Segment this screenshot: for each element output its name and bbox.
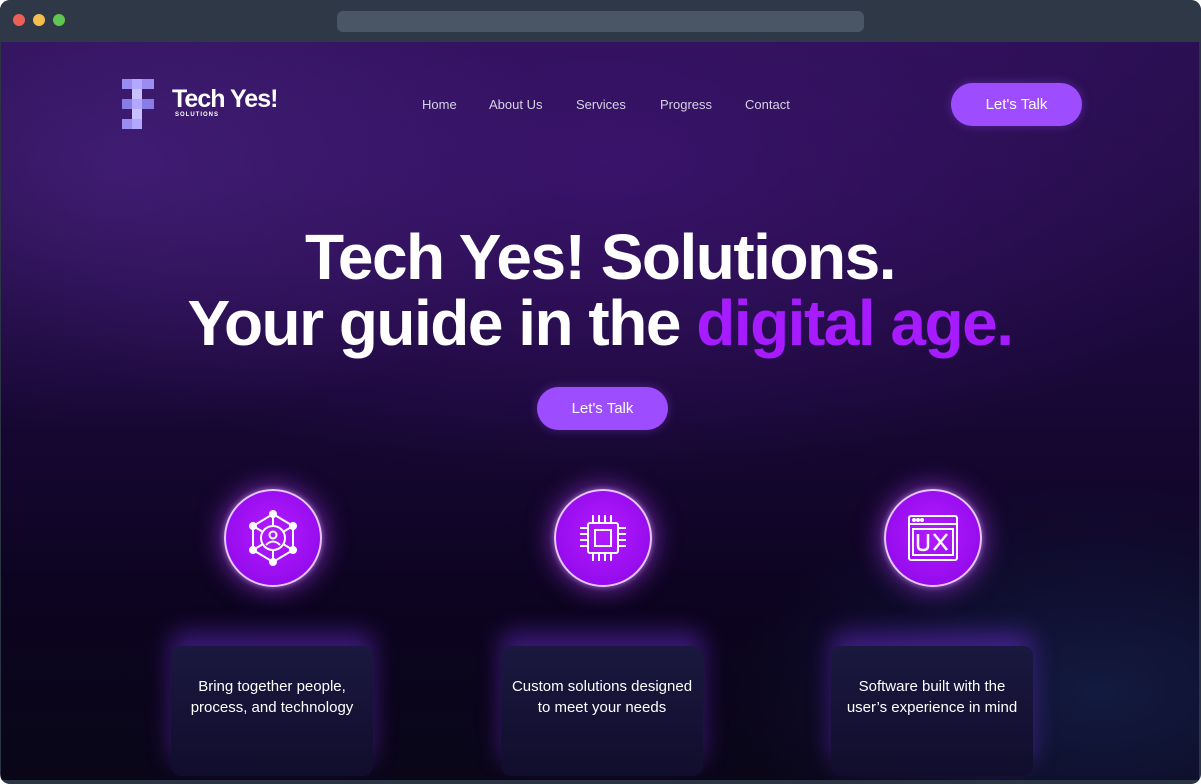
feature-card-1: Bring together people, process, and tech…: [171, 646, 373, 776]
feature-icon-circle-3: [884, 489, 982, 587]
network-people-icon: [249, 510, 297, 566]
landing-page: Tech Yes! SOLUTIONS Home About Us Servic…: [1, 42, 1199, 780]
lets-talk-hero-button[interactable]: Let's Talk: [537, 387, 668, 430]
feature-card-text: Bring together people, process, and tech…: [190, 678, 354, 716]
minimize-window-button[interactable]: [33, 14, 45, 26]
logo-mark-icon: [122, 79, 154, 129]
feature-card-2: Custom solutions designed to meet your n…: [501, 646, 703, 776]
nav-services[interactable]: Services: [576, 97, 626, 112]
hero-title-line-2: Your guide in the digital age.: [1, 286, 1199, 360]
nav-progress[interactable]: Progress: [660, 97, 712, 112]
address-bar[interactable]: [337, 11, 864, 32]
feature-card-text: Custom solutions designed to meet your n…: [511, 678, 693, 716]
lets-talk-nav-button[interactable]: Let's Talk: [951, 83, 1082, 126]
browser-window: Tech Yes! SOLUTIONS Home About Us Servic…: [0, 0, 1201, 784]
feature-icon-circle-1: [224, 489, 322, 587]
feature-card-3: Software built with the user’s experienc…: [831, 646, 1033, 776]
hero-title-line-1: Tech Yes! Solutions.: [305, 221, 897, 293]
brand-logo[interactable]: Tech Yes! SOLUTIONS: [122, 79, 282, 129]
nav-about-us[interactable]: About Us: [489, 97, 542, 112]
nav-contact[interactable]: Contact: [745, 97, 790, 112]
logo-tagline: SOLUTIONS: [175, 112, 220, 118]
close-window-button[interactable]: [13, 14, 25, 26]
logo-wordmark: Tech Yes!: [172, 85, 278, 113]
nav-home[interactable]: Home: [422, 97, 457, 112]
browser-titlebar: [0, 0, 1201, 42]
hero-title-plain: Your guide in the: [187, 287, 697, 359]
cpu-chip-icon: [580, 515, 626, 561]
hero-title-accent: digital age.: [696, 287, 1014, 359]
ux-window-icon: [908, 515, 958, 561]
feature-card-text: Software built with the user’s experienc…: [846, 678, 1018, 716]
maximize-window-button[interactable]: [53, 14, 65, 26]
feature-icon-circle-2: [554, 489, 652, 587]
